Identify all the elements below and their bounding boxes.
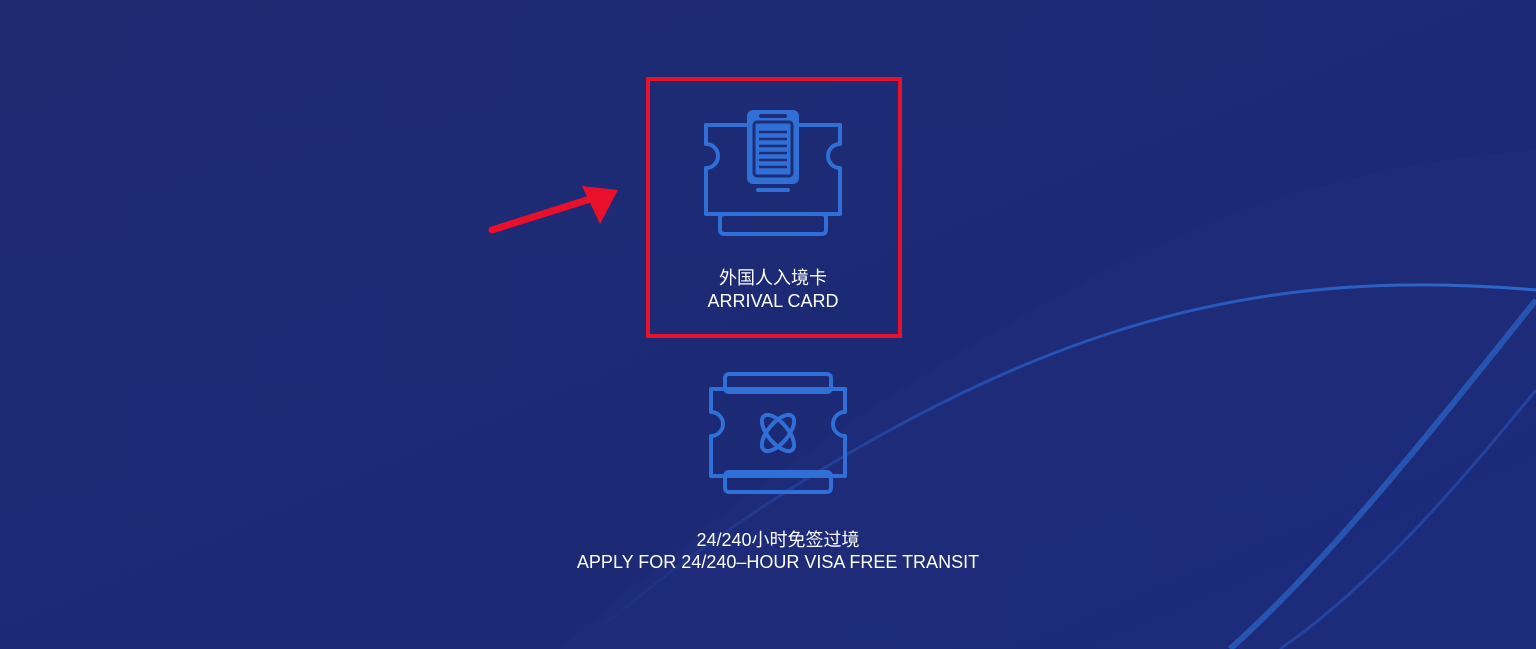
arrival-card-tile[interactable]: 外国人入境卡 ARRIVAL CARD (646, 77, 900, 336)
visa-free-transit-label-en: APPLY FOR 24/240–HOUR VISA FREE TRANSIT (576, 552, 980, 572)
visa-free-transit-label-zh: 24/240小时免签过境 (696, 530, 860, 550)
red-arrow-icon (488, 186, 618, 234)
visa-free-transit-ticket-icon (703, 372, 853, 496)
visa-free-transit-tile[interactable]: 24/240小时免签过境 APPLY FOR 24/240–HOUR VISA … (540, 372, 1016, 582)
arrival-card-label-en: ARRIVAL CARD (707, 291, 839, 311)
arrival-card-ticket-icon (698, 110, 848, 236)
arrival-card-label-zh: 外国人入境卡 (719, 268, 827, 288)
